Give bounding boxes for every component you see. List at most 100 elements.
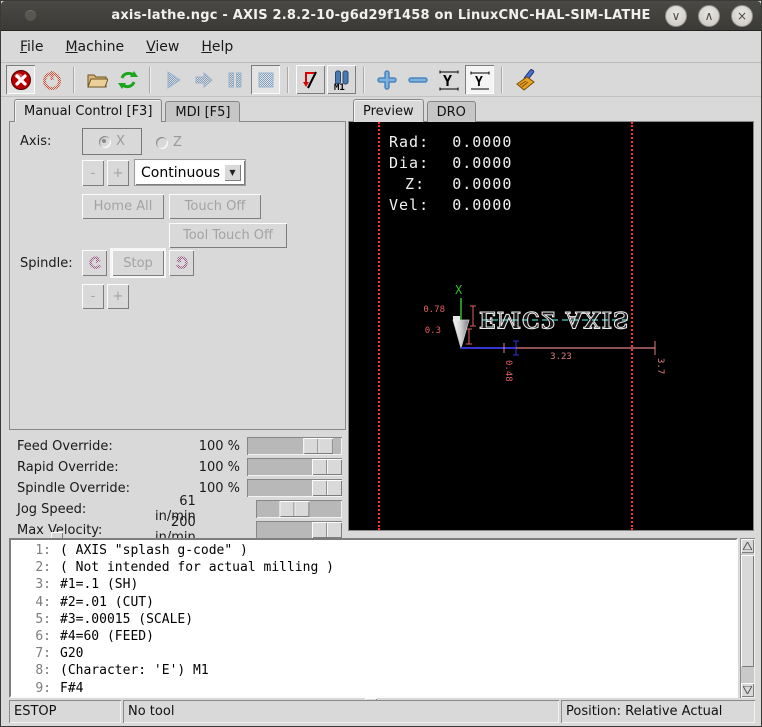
max-velocity-slider[interactable] (256, 521, 342, 539)
axis-x-radio[interactable]: X (99, 134, 125, 149)
machine-power-icon (41, 69, 63, 91)
dro-rad-value: 0.0000 (452, 133, 512, 151)
menu-file[interactable]: File (11, 35, 52, 59)
optional-stop-toggle[interactable]: M1 (327, 65, 356, 94)
close-button[interactable]: × (731, 5, 753, 27)
jog-minus-button[interactable]: - (82, 160, 104, 186)
reload-file-button[interactable] (113, 65, 142, 94)
spindle-stop-button[interactable]: Stop (110, 248, 166, 278)
gcode-line[interactable]: 3:#1=.1 (SH) (15, 576, 736, 593)
preview-panel: Rad:0.0000 Dia:0.0000 Z:0.0000 Vel:0.000… (348, 121, 754, 531)
right-column: Preview DRO Rad:0.0000 Dia:0.0000 Z:0.00… (348, 98, 754, 531)
block-delete-icon (300, 69, 322, 91)
status-tool: No tool (123, 700, 559, 723)
dro-z-value: 0.0000 (452, 175, 512, 193)
gcode-lineno: 1: (15, 542, 51, 559)
feed-override-slider[interactable] (247, 437, 342, 455)
gcode-code: ( Not intended for actual milling ) (60, 560, 334, 575)
minimize-button[interactable]: ∨ (665, 5, 687, 27)
spindle-stop-label: Stop (112, 250, 164, 276)
spindle-ccw-icon (87, 255, 103, 271)
feed-override-value: 100 % (169, 439, 247, 454)
dro-z-label: Z: (389, 174, 425, 195)
spindle-reverse-button[interactable] (82, 250, 107, 276)
slider-handle[interactable] (312, 459, 342, 475)
jog-speed-label: Jog Speed: (17, 502, 155, 517)
gcode-code: #2=.01 (CUT) (60, 595, 154, 610)
gcode-line[interactable]: 6:#4=60 (FEED) (15, 628, 736, 645)
gcode-line[interactable]: 2:( Not intended for actual milling ) (15, 559, 736, 576)
machine-power-button[interactable] (37, 65, 66, 94)
estop-button[interactable] (6, 65, 35, 94)
estop-icon (10, 69, 32, 91)
spindle-override-slider[interactable] (247, 479, 342, 497)
stop-icon (255, 69, 277, 91)
jog-speed-slider[interactable] (256, 500, 342, 518)
gcode-line[interactable]: 8:(Character: 'E') M1 (15, 662, 736, 679)
left-column: Manual Control [F3] MDI [F5] Axis: X Z (9, 98, 346, 545)
gcode-line[interactable]: 9:F#4 (15, 680, 736, 697)
gcode-line[interactable]: 5:#3=.00015 (SCALE) (15, 611, 736, 628)
jog-mode-dropdown[interactable]: Continuous ▼ (134, 159, 246, 186)
left-tabbar: Manual Control [F3] MDI [F5] (9, 98, 346, 121)
pause-button[interactable] (220, 65, 249, 94)
menu-help-rest: elp (212, 39, 233, 55)
maximize-button[interactable]: ∧ (698, 5, 720, 27)
open-file-button[interactable] (82, 65, 111, 94)
tab-dro[interactable]: DRO (427, 101, 476, 122)
gcode-code: F#4 (60, 681, 83, 696)
svg-text:M1: M1 (334, 83, 345, 91)
jog-plus-button[interactable]: + (107, 160, 129, 186)
slider-handle[interactable] (279, 501, 309, 517)
dim-z-near: 0.48 (503, 360, 513, 382)
scroll-up-icon[interactable] (741, 539, 754, 553)
gcode-line[interactable]: 4:#2=.01 (CUT) (15, 594, 736, 611)
preview-canvas[interactable]: Rad:0.0000 Dia:0.0000 Z:0.0000 Vel:0.000… (349, 122, 753, 530)
gcode-lineno: 3: (15, 576, 51, 593)
slider-handle[interactable] (303, 438, 333, 454)
menu-machine[interactable]: Machine (56, 35, 133, 59)
menu-view[interactable]: View (137, 35, 188, 59)
svg-text:Y: Y (443, 72, 452, 90)
home-all-button[interactable]: Home All (82, 194, 164, 219)
zoom-out-button[interactable] (403, 65, 432, 94)
stop-button[interactable] (251, 65, 280, 94)
block-delete-toggle[interactable] (296, 65, 325, 94)
axis-z-radio[interactable]: Z (156, 135, 182, 150)
dim-z-far: 3.7 (655, 358, 665, 374)
run-button[interactable] (158, 65, 187, 94)
rapid-override-slider[interactable] (247, 458, 342, 476)
tab-mdi[interactable]: MDI [F5] (165, 101, 240, 122)
gcode-line[interactable]: 7:G20 (15, 645, 736, 662)
gcode-text[interactable]: 1: ( AXIS "splash g-code" ) 2:( Not inten… (9, 538, 738, 698)
gcode-line[interactable]: 1: ( AXIS "splash g-code" ) (15, 542, 736, 559)
menu-help[interactable]: Help (192, 35, 242, 59)
tool-touch-off-button[interactable]: Tool Touch Off (169, 223, 287, 248)
gcode-scrollbar[interactable] (740, 538, 755, 698)
scrollbar-thumb[interactable] (741, 555, 754, 667)
menu-file-hotkey: F (20, 39, 27, 55)
scroll-down-icon[interactable] (741, 683, 754, 697)
tab-preview[interactable]: Preview (353, 99, 424, 122)
step-button[interactable] (189, 65, 218, 94)
spindle-forward-button[interactable] (169, 250, 194, 276)
zoom-in-button[interactable] (372, 65, 401, 94)
view-y-button[interactable]: Y (434, 65, 463, 94)
rapid-override-value: 100 % (169, 460, 247, 475)
slider-handle[interactable] (312, 522, 342, 538)
spindle-plus-button[interactable]: + (107, 284, 129, 309)
override-sliders: Feed Override: 100 % Rapid Override: 100… (9, 430, 346, 545)
window-title: axis-lathe.ngc - AXIS 2.8.2-10-g6d29f145… (111, 8, 650, 23)
pause-icon (224, 69, 246, 91)
view-y2-icon: Y (468, 69, 492, 91)
dro-dia-label: Dia: (389, 153, 425, 174)
clear-plot-button[interactable] (510, 65, 539, 94)
dro-readout: Rad:0.0000 Dia:0.0000 Z:0.0000 Vel:0.000… (389, 132, 512, 216)
spindle-minus-button[interactable]: - (82, 284, 104, 309)
touch-off-button[interactable]: Touch Off (169, 194, 261, 219)
gcode-code: ( AXIS "splash g-code" ) (60, 543, 248, 558)
tab-manual-control[interactable]: Manual Control [F3] (14, 99, 162, 122)
optional-stop-icon: M1 (331, 69, 353, 91)
slider-handle[interactable] (312, 480, 342, 496)
view-y2-button[interactable]: Y (465, 65, 494, 94)
